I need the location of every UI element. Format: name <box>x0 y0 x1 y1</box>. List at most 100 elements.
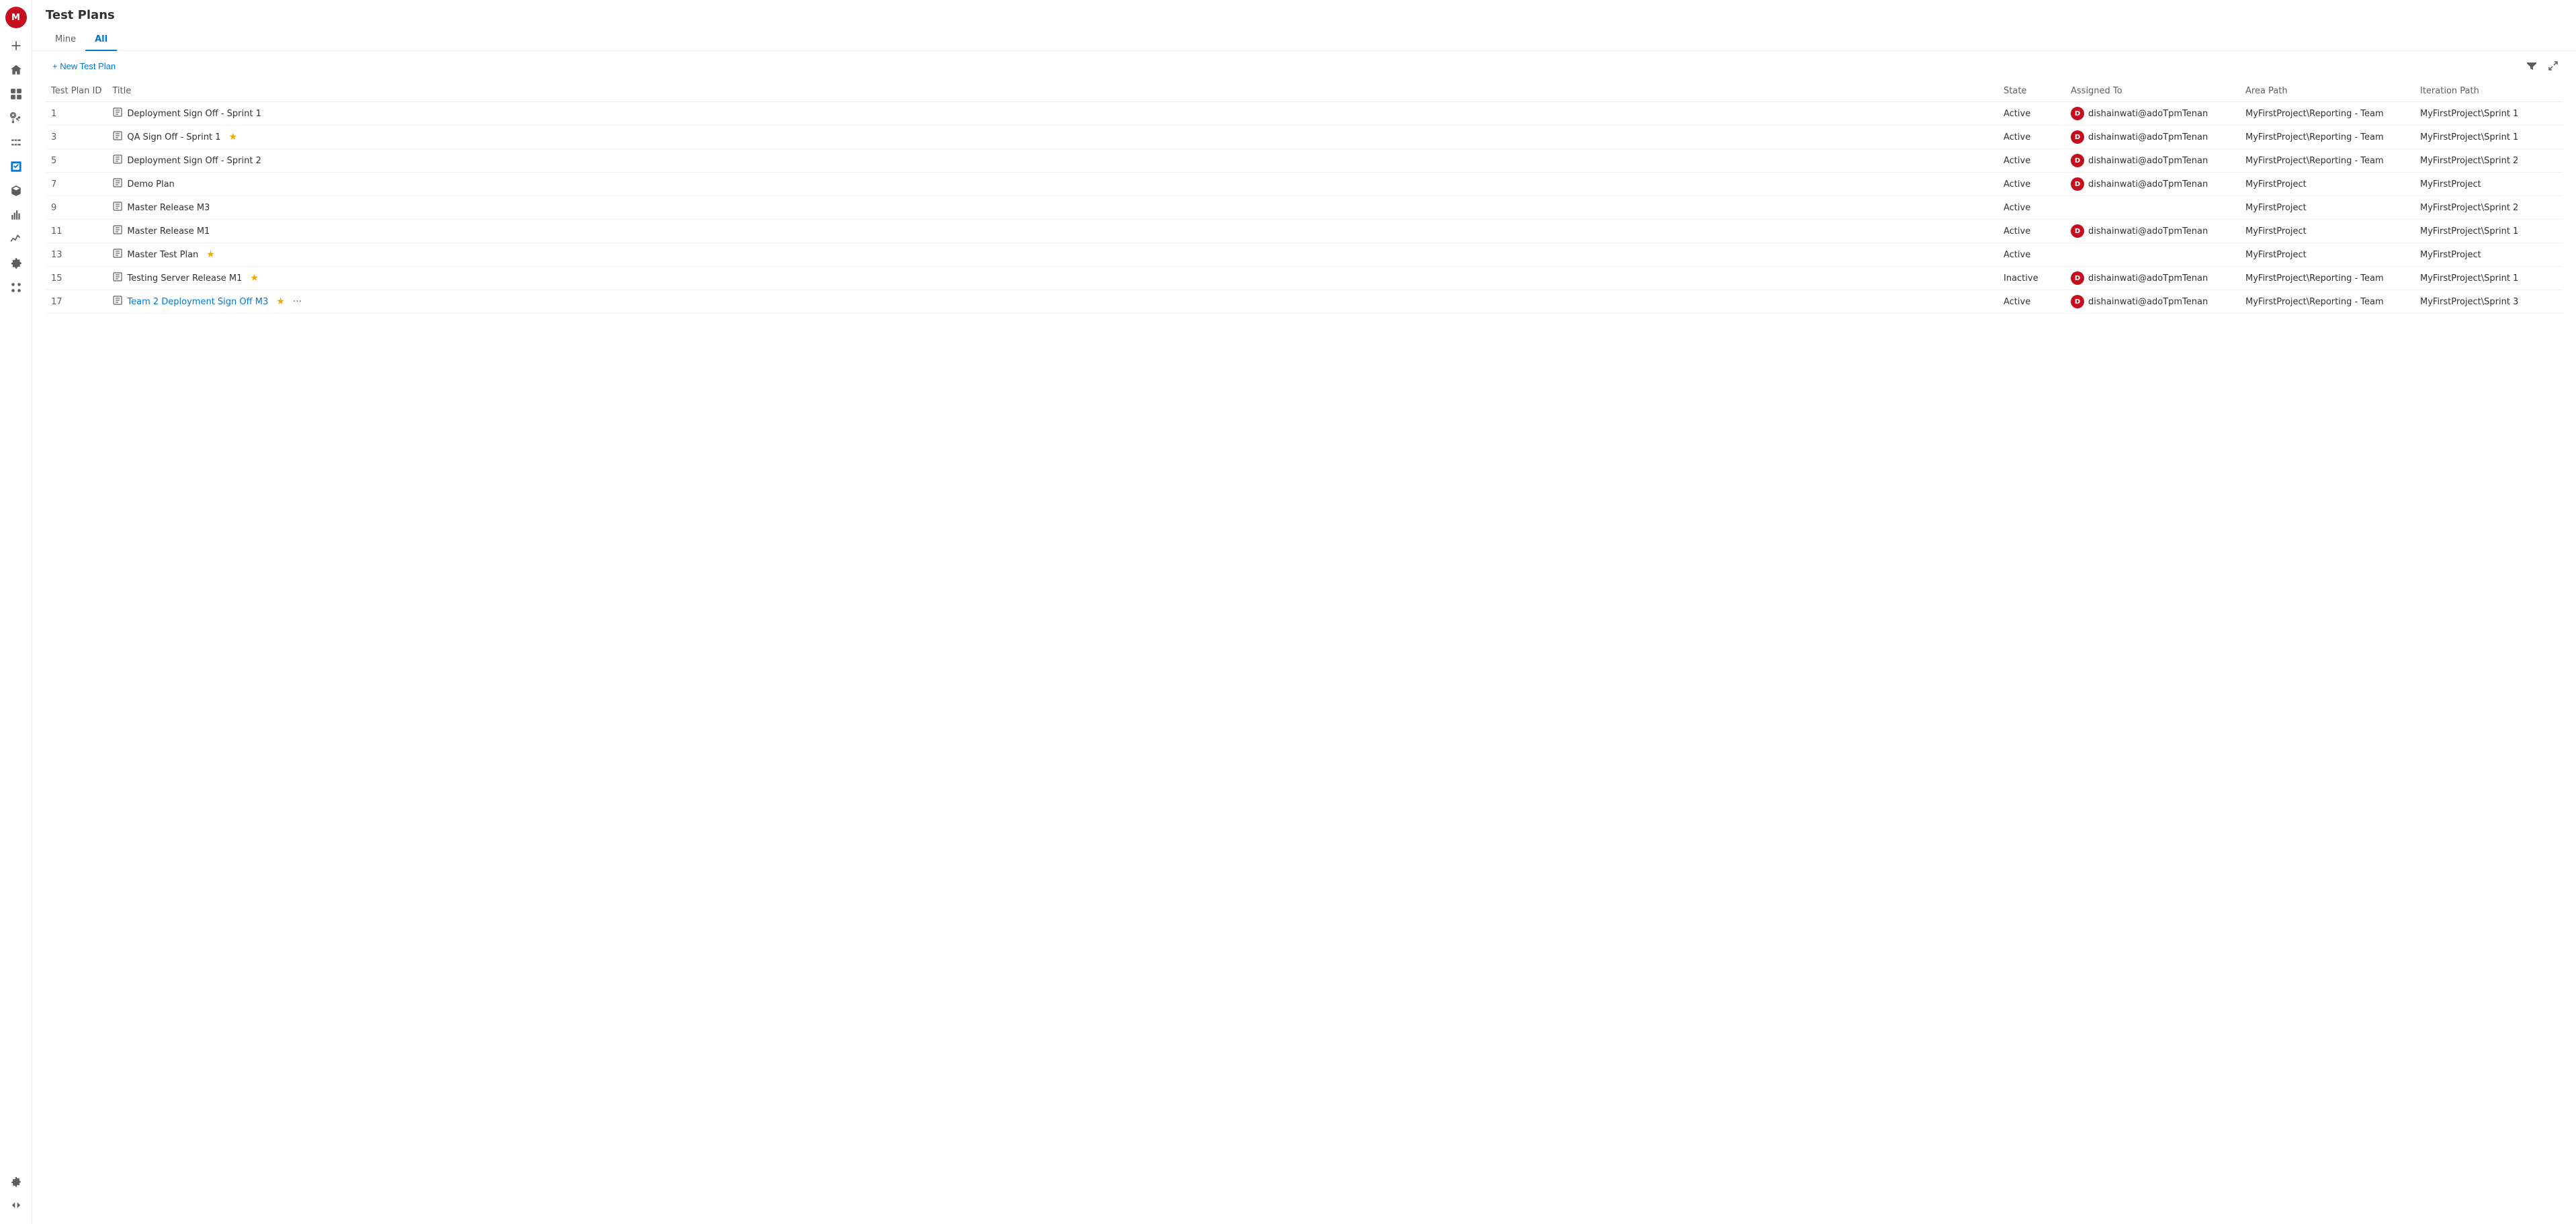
assigned-to-name: dishainwati@adoTpmTenan <box>2088 226 2208 236</box>
plan-title: Testing Server Release M1 <box>127 273 242 283</box>
more-options-icon[interactable]: ··· <box>293 296 302 307</box>
cell-state: Inactive <box>1998 267 2065 290</box>
sidebar: M <box>0 0 32 1224</box>
plan-title: Demo Plan <box>127 179 174 189</box>
cell-title: QA Sign Off - Sprint 1 ★ <box>107 126 1998 149</box>
plan-icon <box>112 201 123 214</box>
cell-state: Active <box>1998 126 2065 149</box>
cell-area-path: MyFirstProject\Reporting - Team <box>2240 126 2415 149</box>
assigned-to-name: dishainwati@adoTpmTenan <box>2088 179 2208 189</box>
plan-icon <box>112 248 123 261</box>
cell-iteration-path: MyFirstProject\Sprint 1 <box>2415 220 2563 243</box>
settings-icon[interactable] <box>5 1172 27 1193</box>
analytics-icon[interactable] <box>5 228 27 250</box>
cell-assigned-to: Ddishainwati@adoTpmTenan <box>2065 290 2240 314</box>
plan-title: Deployment Sign Off - Sprint 1 <box>127 109 261 119</box>
star-icon[interactable]: ★ <box>228 132 237 142</box>
artifacts-icon[interactable] <box>5 180 27 202</box>
cell-state: Active <box>1998 290 2065 314</box>
cell-title: Team 2 Deployment Sign Off M3 ★ ··· <box>107 290 1998 314</box>
star-icon[interactable]: ★ <box>206 249 215 260</box>
overview-icon[interactable] <box>5 277 27 298</box>
cell-id: 11 <box>46 220 107 243</box>
table-container: Test Plan ID Title State Assigned To Are… <box>32 81 2576 1224</box>
table-row: 7Demo PlanActiveDdishainwati@adoTpmTenan… <box>46 173 2563 196</box>
cell-title: Testing Server Release M1 ★ <box>107 267 1998 290</box>
filter-button[interactable] <box>2522 56 2541 75</box>
cell-title: Deployment Sign Off - Sprint 1 <box>107 102 1998 126</box>
user-avatar[interactable]: M <box>5 7 27 28</box>
cell-area-path: MyFirstProject <box>2240 173 2415 196</box>
table-row: 9Master Release M3Active MyFirstProjectMy… <box>46 196 2563 220</box>
col-header-assigned: Assigned To <box>2065 81 2240 102</box>
assigned-to-name: dishainwati@adoTpmTenan <box>2088 132 2208 142</box>
avatar: D <box>2071 130 2084 144</box>
assigned-to-name: dishainwati@adoTpmTenan <box>2088 109 2208 119</box>
cell-area-path: MyFirstProject <box>2240 243 2415 267</box>
table-row: 13Master Test Plan★ActiveMyFirstProjectM… <box>46 243 2563 267</box>
star-icon[interactable]: ★ <box>276 296 285 307</box>
plan-title: Deployment Sign Off - Sprint 2 <box>127 156 261 166</box>
testplans-icon[interactable] <box>5 156 27 177</box>
new-test-plan-button[interactable]: + New Test Plan <box>46 58 122 74</box>
table-row: 1 Deployment Sign Off - Sprint 1 Active Ddi… <box>46 102 2563 126</box>
page-title: Test Plans <box>46 8 2563 22</box>
cell-id: 9 <box>46 196 107 220</box>
col-header-id: Test Plan ID <box>46 81 107 102</box>
cell-id: 7 <box>46 173 107 196</box>
cell-area-path: MyFirstProject\Reporting - Team <box>2240 267 2415 290</box>
reports-icon[interactable] <box>5 204 27 226</box>
avatar: D <box>2071 224 2084 238</box>
avatar: D <box>2071 154 2084 167</box>
cell-id: 17 <box>46 290 107 314</box>
cell-state: Active <box>1998 220 2065 243</box>
table-row: 3QA Sign Off - Sprint 1★ActiveDdishainwa… <box>46 126 2563 149</box>
cell-area-path: MyFirstProject\Reporting - Team <box>2240 290 2415 314</box>
home-icon[interactable] <box>5 59 27 81</box>
plan-title: Master Release M1 <box>127 226 210 236</box>
plan-icon <box>112 154 123 167</box>
pipelines-icon[interactable] <box>5 132 27 153</box>
cell-iteration-path: MyFirstProject <box>2415 173 2563 196</box>
table-row: 17 Team 2 Deployment Sign Off M3 ★ ··· Activ… <box>46 290 2563 314</box>
col-header-iteration: Iteration Path <box>2415 81 2563 102</box>
cell-area-path: MyFirstProject <box>2240 196 2415 220</box>
cell-state: Active <box>1998 196 2065 220</box>
project-settings-icon[interactable] <box>5 253 27 274</box>
cell-id: 5 <box>46 149 107 173</box>
plan-icon <box>112 177 123 191</box>
assigned-to-name: dishainwati@adoTpmTenan <box>2088 156 2208 166</box>
toolbar-right <box>2522 56 2563 75</box>
test-plans-table: Test Plan ID Title State Assigned To Are… <box>46 81 2563 314</box>
cell-title: Master Release M3 <box>107 196 1998 220</box>
cell-title: Demo Plan <box>107 173 1998 196</box>
table-row: 15Testing Server Release M1★InactiveDdis… <box>46 267 2563 290</box>
plan-title: QA Sign Off - Sprint 1 <box>127 132 220 142</box>
add-icon[interactable] <box>5 35 27 56</box>
avatar: D <box>2071 295 2084 308</box>
cell-assigned-to: Ddishainwati@adoTpmTenan <box>2065 149 2240 173</box>
cell-state: Active <box>1998 102 2065 126</box>
cell-iteration-path: MyFirstProject\Sprint 1 <box>2415 102 2563 126</box>
col-header-area: Area Path <box>2240 81 2415 102</box>
tab-all[interactable]: All <box>85 29 117 51</box>
cell-iteration-path: MyFirstProject\Sprint 3 <box>2415 290 2563 314</box>
page-header: Test Plans Mine All <box>32 0 2576 51</box>
plan-icon <box>112 130 123 144</box>
cell-assigned-to: Ddishainwati@adoTpmTenan <box>2065 173 2240 196</box>
fullscreen-button[interactable] <box>2544 56 2563 75</box>
boards-icon[interactable] <box>5 83 27 105</box>
cell-title: Master Test Plan★ <box>107 243 1998 267</box>
cell-id: 1 <box>46 102 107 126</box>
tab-mine[interactable]: Mine <box>46 29 85 51</box>
table-row: 11 Master Release M1 Active Ddishainwati@ad… <box>46 220 2563 243</box>
collapse-sidebar-button[interactable] <box>5 1194 27 1216</box>
star-icon[interactable]: ★ <box>250 273 259 283</box>
cell-area-path: MyFirstProject\Reporting - Team <box>2240 102 2415 126</box>
repos-icon[interactable] <box>5 107 27 129</box>
cell-iteration-path: MyFirstProject\Sprint 2 <box>2415 196 2563 220</box>
plan-title[interactable]: Team 2 Deployment Sign Off M3 <box>127 297 268 307</box>
avatar: D <box>2071 107 2084 120</box>
plan-icon <box>112 271 123 285</box>
assigned-to-name: dishainwati@adoTpmTenan <box>2088 297 2208 307</box>
